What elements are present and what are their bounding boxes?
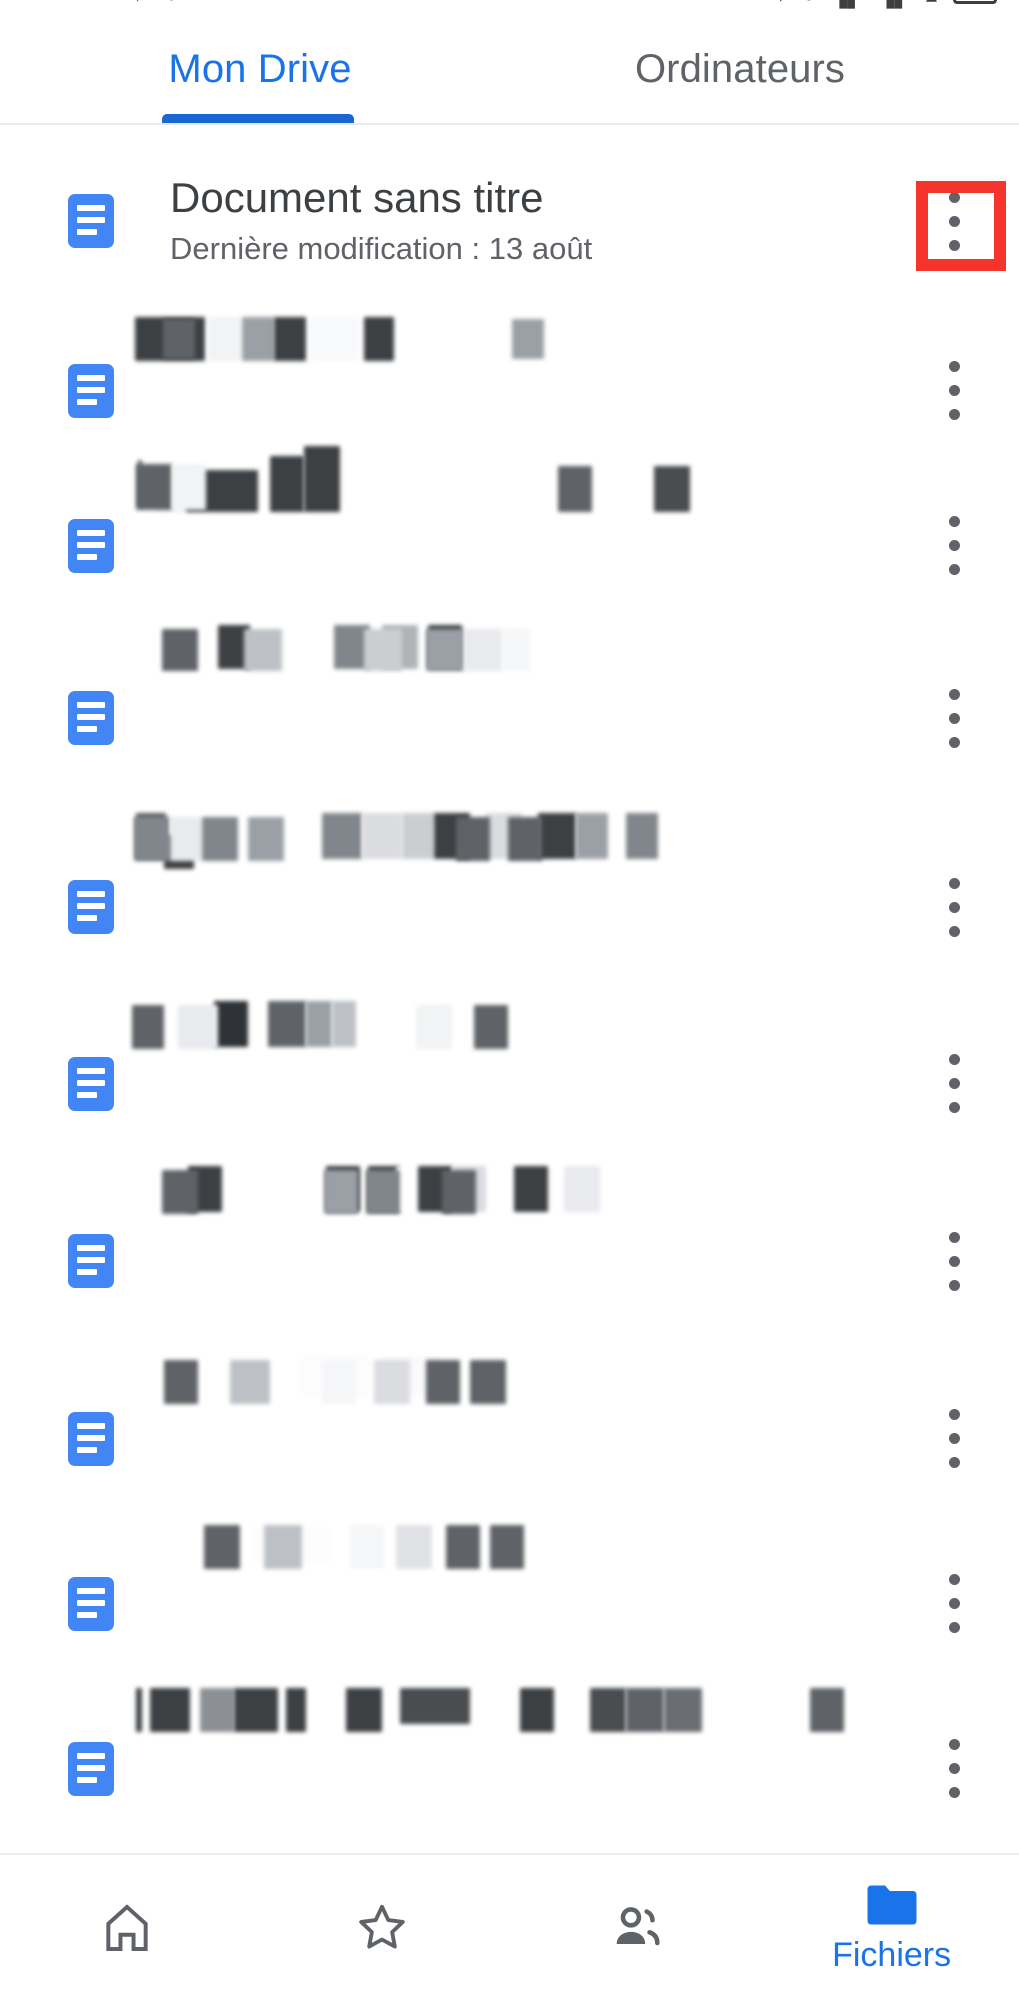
table-row[interactable] — [0, 1001, 1019, 1166]
more-vert-icon[interactable] — [917, 863, 991, 951]
file-row-text — [164, 1356, 890, 1521]
file-row-text — [170, 1521, 890, 1686]
file-row-text — [162, 1166, 890, 1356]
google-docs-icon — [68, 1056, 114, 1111]
google-docs-icon — [68, 1741, 114, 1796]
google-docs-icon — [68, 518, 114, 573]
status-bar-right-icons: ▾ ● ▐▌ ▐▌ ▴ — [775, 0, 997, 6]
bottom-navigation-bar: Fichiers — [0, 1853, 1019, 2000]
wifi-icon: ▴ — [926, 0, 937, 6]
google-docs-icon — [68, 691, 114, 745]
more-vert-icon[interactable] — [917, 347, 991, 435]
drive-files-screen: ▾ ● ▾ ● ▐▌ ▐▌ ▴ Mon Drive Ordinateurs Do… — [0, 0, 1019, 2000]
table-row[interactable] — [0, 813, 1019, 1001]
table-row[interactable]: Document sans titre Dernière modificatio… — [0, 141, 1019, 301]
down-arrow-icon: ▾ — [775, 0, 786, 6]
table-row[interactable] — [0, 623, 1019, 813]
more-vert-icon[interactable] — [917, 1725, 991, 1813]
table-row[interactable] — [0, 1356, 1019, 1521]
signal-icon: ▐▌ — [832, 0, 863, 6]
table-row[interactable] — [0, 313, 1019, 468]
more-vert-icon[interactable] — [917, 674, 991, 762]
tab-ordinateurs[interactable]: Ordinateurs — [510, 14, 970, 125]
nav-item-files[interactable]: Fichiers — [764, 1854, 1019, 2000]
down-arrow-icon: ▾ — [132, 0, 143, 6]
folder-icon — [867, 1885, 917, 1925]
more-vert-icon[interactable] — [917, 502, 991, 590]
file-row-text — [136, 1686, 890, 1851]
more-vert-icon[interactable] — [917, 1217, 991, 1305]
google-docs-icon — [68, 880, 114, 934]
battery-icon — [953, 0, 997, 4]
status-bar-left-icons: ▾ ● — [132, 0, 178, 6]
tab-ordinateurs-label: Ordinateurs — [634, 47, 846, 91]
google-docs-icon — [68, 1411, 114, 1466]
google-docs-icon — [68, 363, 114, 418]
more-vert-icon[interactable] — [917, 1560, 991, 1648]
file-subtitle: Dernière modification : 13 août — [170, 231, 593, 266]
circle-icon: ● — [802, 0, 815, 6]
nav-item-starred[interactable] — [255, 1854, 510, 2000]
google-docs-icon — [68, 1576, 114, 1631]
signal-icon: ▐▌ — [879, 0, 910, 6]
table-row[interactable] — [0, 446, 1019, 623]
nav-item-shared[interactable] — [510, 1854, 765, 2000]
file-row-text — [135, 313, 890, 468]
file-row-text — [134, 813, 890, 1001]
tab-bar: Mon Drive Ordinateurs — [0, 14, 1019, 125]
file-row-text — [162, 623, 890, 813]
more-vert-icon[interactable] — [917, 1395, 991, 1483]
dot-icon: ● — [165, 0, 178, 6]
file-list[interactable]: Document sans titre Dernière modificatio… — [0, 127, 1019, 1853]
more-vert-icon[interactable] — [917, 1040, 991, 1128]
file-row-text — [136, 446, 890, 623]
nav-item-files-label: Fichiers — [832, 1936, 952, 1974]
active-tab-indicator — [162, 114, 354, 123]
people-icon — [616, 1906, 660, 1945]
nav-item-home[interactable] — [0, 1854, 255, 2000]
google-docs-icon — [68, 194, 114, 248]
file-title: Document sans titre — [170, 174, 544, 221]
status-bar: ▾ ● ▾ ● ▐▌ ▐▌ ▴ — [0, 0, 1019, 14]
highlight-annotation-box — [916, 181, 1006, 271]
google-docs-icon — [68, 1234, 114, 1288]
file-row-text: Document sans titre Dernière modificatio… — [170, 141, 890, 301]
star-icon — [359, 1904, 405, 1949]
file-row-text — [132, 1001, 890, 1166]
table-row[interactable] — [0, 1686, 1019, 1851]
table-row[interactable] — [0, 1521, 1019, 1686]
tab-mon-drive[interactable]: Mon Drive — [50, 14, 470, 125]
home-icon — [106, 1903, 149, 1951]
tab-mon-drive-label: Mon Drive — [168, 47, 352, 91]
table-row[interactable] — [0, 1166, 1019, 1356]
